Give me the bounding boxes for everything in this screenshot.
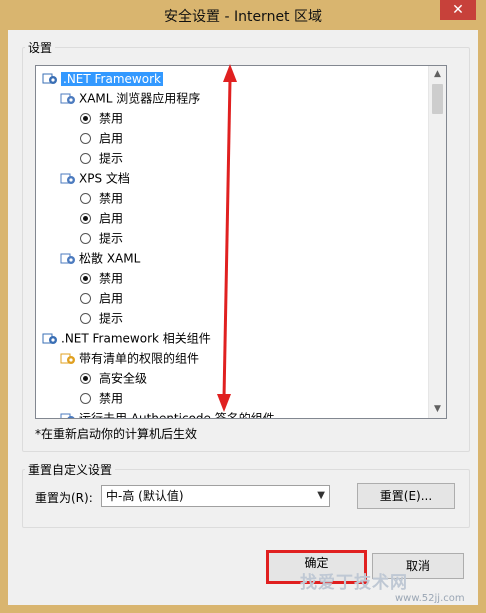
watermark: 找爱丁技术网 bbox=[300, 573, 408, 593]
watermark-url: www.52jj.com bbox=[395, 593, 465, 604]
annotation-arrow bbox=[217, 64, 237, 412]
